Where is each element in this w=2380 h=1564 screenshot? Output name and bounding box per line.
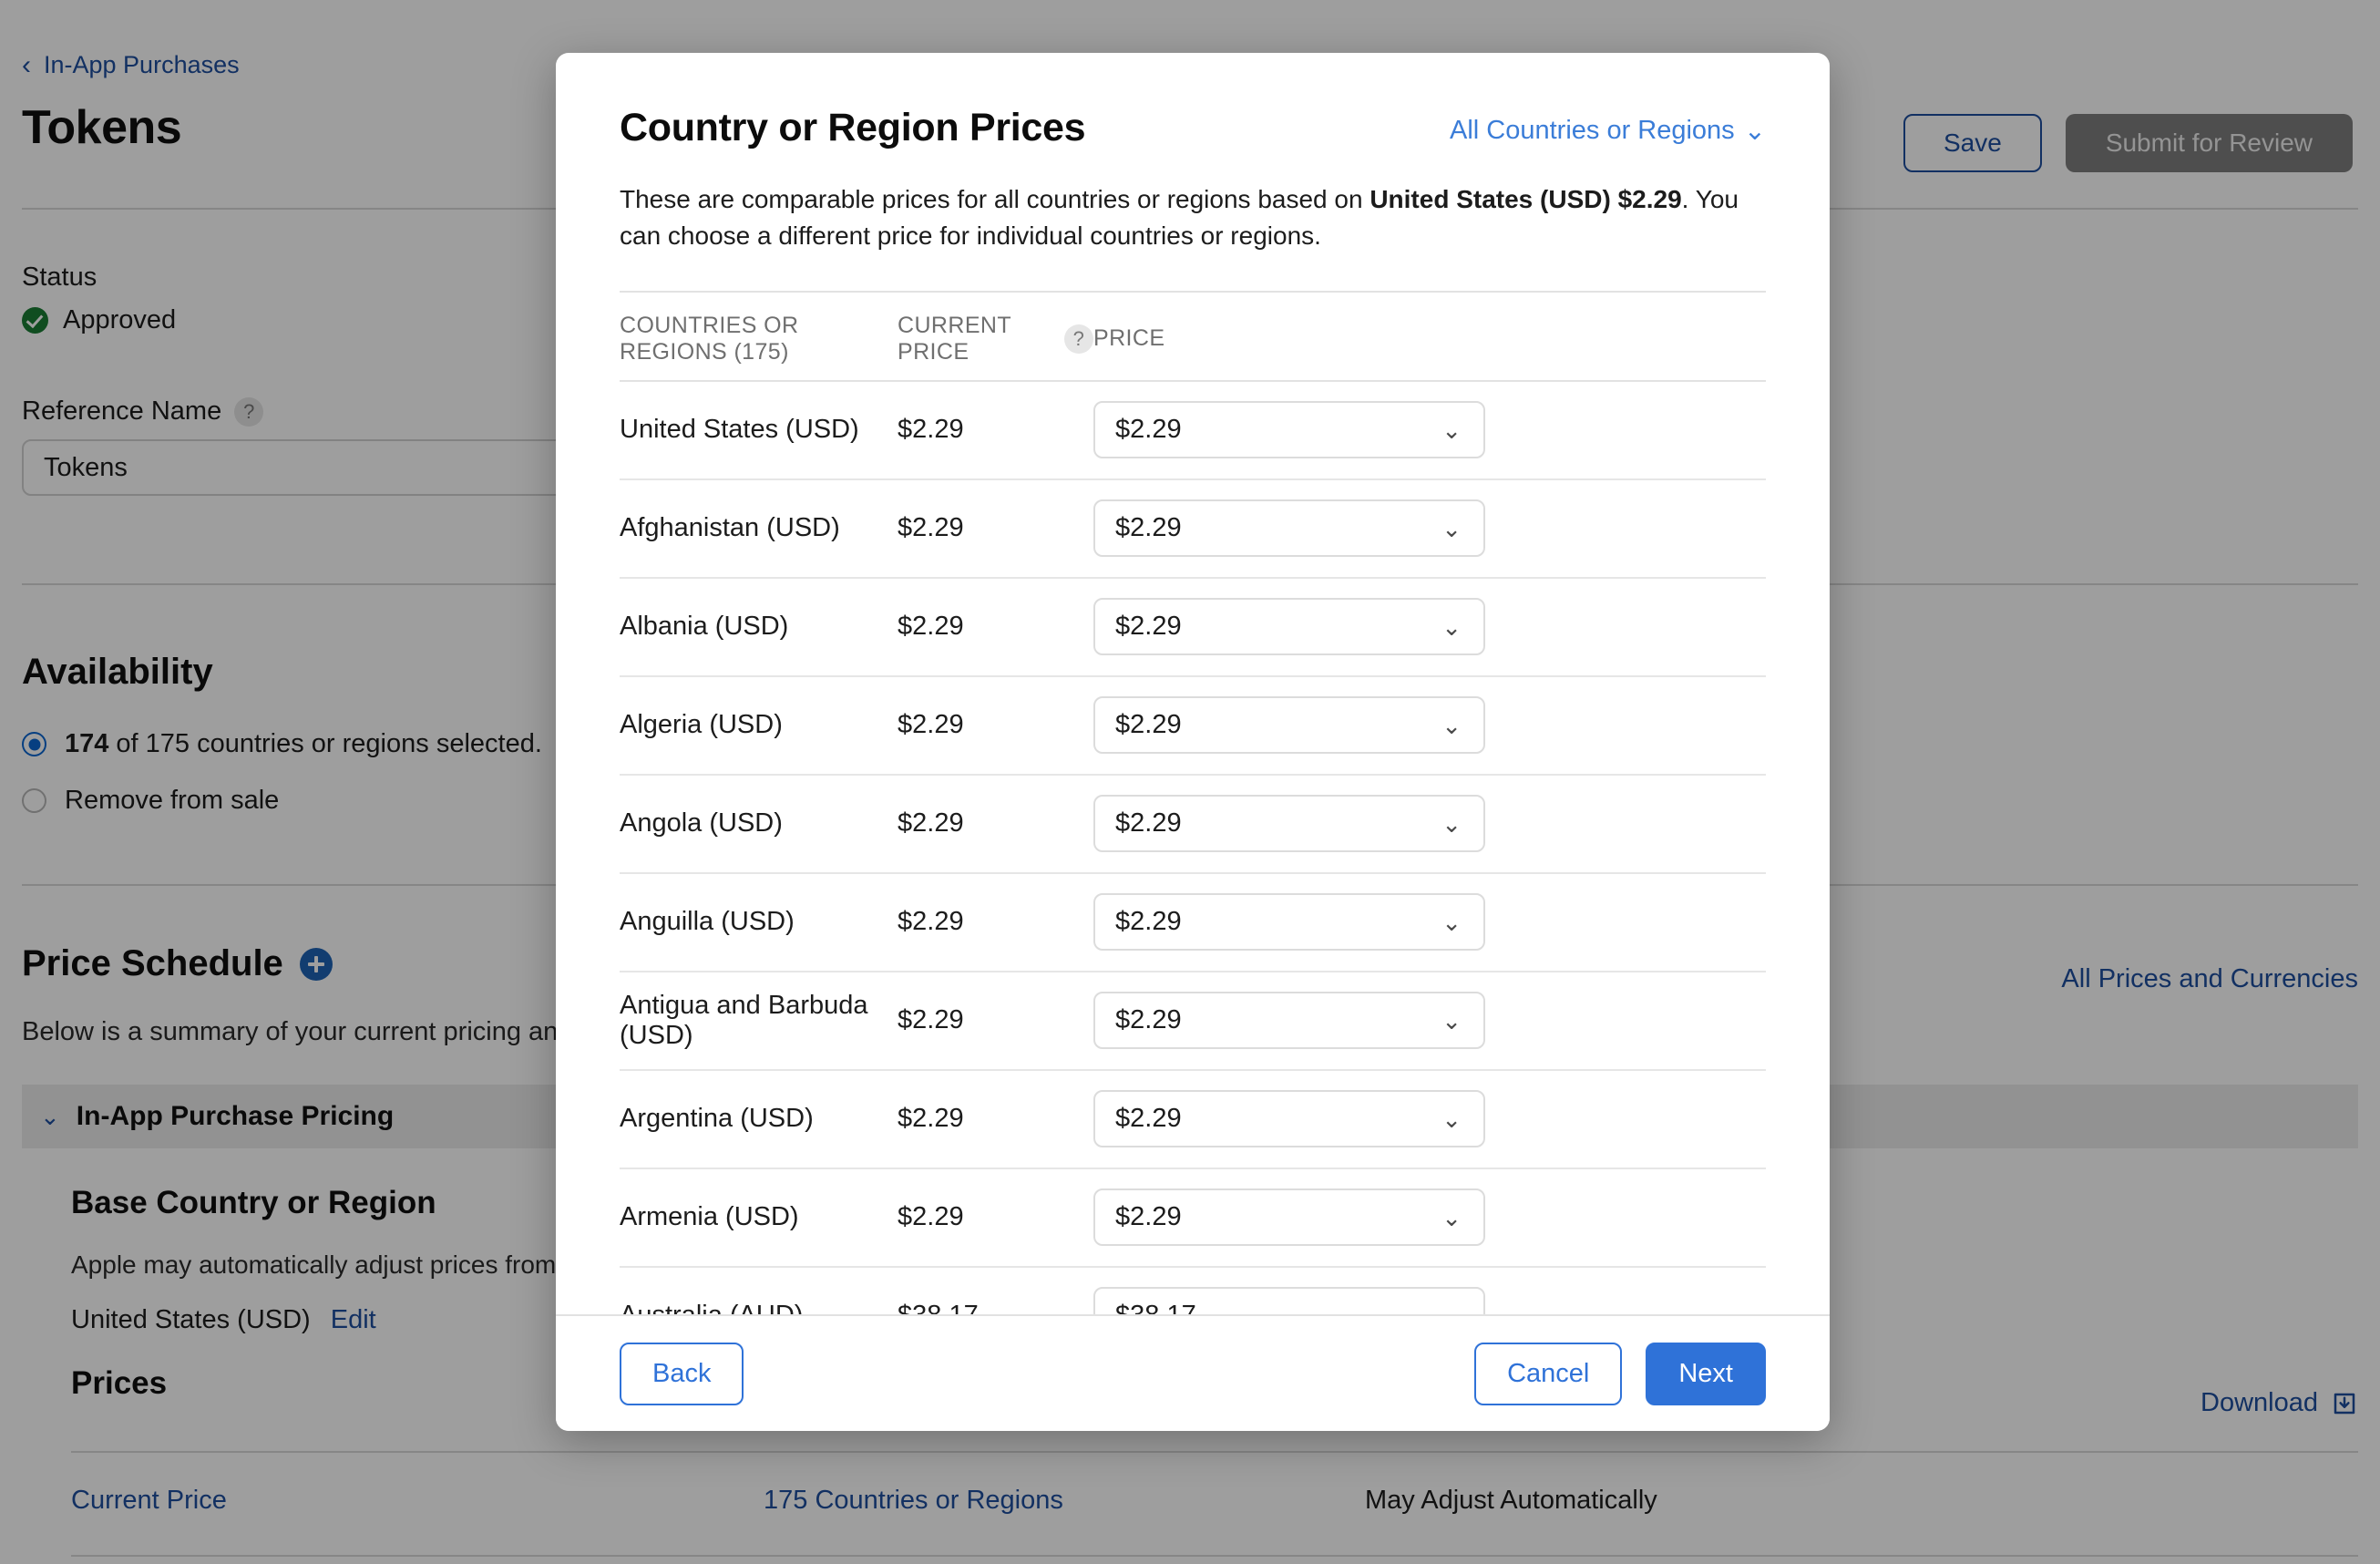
table-row: Afghanistan (USD)$2.29$2.29⌄ xyxy=(620,478,1766,577)
chevron-down-icon: ⌄ xyxy=(1441,615,1462,639)
row-current-price: $2.29 xyxy=(898,415,1093,445)
price-select-value: $2.29 xyxy=(1115,612,1182,642)
all-countries-or-regions-dropdown[interactable]: All Countries or Regions ⌄ xyxy=(1450,106,1766,147)
column-header-country: COUNTRIES OR REGIONS (175) xyxy=(620,313,898,365)
table-row: United States (USD)$2.29$2.29⌄ xyxy=(620,380,1766,478)
price-select[interactable]: $38.17 ⌄ xyxy=(1093,1287,1485,1314)
price-select[interactable]: $2.29 ⌄ xyxy=(1093,696,1485,754)
row-country-name: Australia (AUD) xyxy=(620,1301,898,1314)
chevron-down-icon: ⌄ xyxy=(1441,517,1462,540)
country-or-region-prices-dialog: Country or Region Prices All Countries o… xyxy=(556,53,1830,1431)
row-current-price: $2.29 xyxy=(898,513,1093,543)
row-price-cell: $2.29 ⌄ xyxy=(1093,499,1766,557)
dialog-footer: Back Cancel Next xyxy=(556,1314,1830,1431)
price-select-value: $2.29 xyxy=(1115,710,1182,740)
table-row: Armenia (USD)$2.29$2.29⌄ xyxy=(620,1168,1766,1266)
description-part-1: These are comparable prices for all coun… xyxy=(620,185,1370,213)
back-button[interactable]: Back xyxy=(620,1343,744,1405)
column-header-price: PRICE xyxy=(1093,325,1766,352)
table-row: Australia (AUD)$38.17$38.17⌄ xyxy=(620,1266,1766,1315)
dialog-title: Country or Region Prices xyxy=(620,106,1085,150)
price-select[interactable]: $2.29 ⌄ xyxy=(1093,1188,1485,1246)
price-select[interactable]: $2.29 ⌄ xyxy=(1093,992,1485,1049)
table-row: Argentina (USD)$2.29$2.29⌄ xyxy=(620,1069,1766,1168)
row-current-price: $2.29 xyxy=(898,808,1093,839)
price-select[interactable]: $2.29 ⌄ xyxy=(1093,893,1485,951)
price-select-value: $2.29 xyxy=(1115,1005,1182,1035)
chevron-down-icon: ⌄ xyxy=(1441,418,1462,442)
price-select-value: $2.29 xyxy=(1115,415,1182,445)
dialog-description: These are comparable prices for all coun… xyxy=(620,181,1766,254)
row-price-cell: $2.29 ⌄ xyxy=(1093,795,1766,852)
table-row: Algeria (USD)$2.29$2.29⌄ xyxy=(620,675,1766,774)
row-price-cell: $2.29 ⌄ xyxy=(1093,992,1766,1049)
row-price-cell: $38.17 ⌄ xyxy=(1093,1287,1766,1314)
current-price-label: CURRENT PRICE xyxy=(898,313,1050,365)
row-country-name: Antigua and Barbuda (USD) xyxy=(620,991,898,1051)
row-current-price: $2.29 xyxy=(898,612,1093,642)
column-header-current-price: CURRENT PRICE ? xyxy=(898,313,1093,365)
table-row: Albania (USD)$2.29$2.29⌄ xyxy=(620,577,1766,675)
help-icon[interactable]: ? xyxy=(1064,324,1093,354)
chevron-down-icon: ⌄ xyxy=(1441,1206,1462,1230)
chevron-down-icon: ⌄ xyxy=(1441,1107,1462,1131)
price-select[interactable]: $2.29 ⌄ xyxy=(1093,499,1485,557)
row-country-name: Argentina (USD) xyxy=(620,1104,898,1134)
price-select-value: $2.29 xyxy=(1115,808,1182,839)
row-current-price: $2.29 xyxy=(898,1104,1093,1134)
row-price-cell: $2.29 ⌄ xyxy=(1093,893,1766,951)
row-current-price: $2.29 xyxy=(898,710,1093,740)
row-current-price: $2.29 xyxy=(898,907,1093,937)
price-select-value: $2.29 xyxy=(1115,513,1182,543)
dialog-body: Country or Region Prices All Countries o… xyxy=(556,53,1830,1314)
price-select[interactable]: $2.29 ⌄ xyxy=(1093,401,1485,458)
description-base-price: United States (USD) $2.29 xyxy=(1370,185,1681,213)
chevron-down-icon: ⌄ xyxy=(1744,115,1766,147)
chevron-down-icon: ⌄ xyxy=(1441,714,1462,737)
row-country-name: Anguilla (USD) xyxy=(620,907,898,937)
row-country-name: Albania (USD) xyxy=(620,612,898,642)
price-select[interactable]: $2.29 ⌄ xyxy=(1093,1090,1485,1147)
row-current-price: $2.29 xyxy=(898,1005,1093,1035)
chevron-down-icon: ⌄ xyxy=(1441,911,1462,934)
prices-table[interactable]: United States (USD)$2.29$2.29⌄Afghanista… xyxy=(620,380,1766,1315)
cancel-button[interactable]: Cancel xyxy=(1474,1343,1622,1405)
table-header: COUNTRIES OR REGIONS (175) CURRENT PRICE… xyxy=(620,291,1766,380)
footer-right-actions: Cancel Next xyxy=(1474,1343,1766,1405)
row-country-name: Armenia (USD) xyxy=(620,1202,898,1232)
dialog-header: Country or Region Prices All Countries o… xyxy=(620,106,1766,150)
row-current-price: $38.17 xyxy=(898,1301,1093,1314)
chevron-down-icon: ⌄ xyxy=(1441,1009,1462,1033)
next-button[interactable]: Next xyxy=(1646,1343,1766,1405)
row-price-cell: $2.29 ⌄ xyxy=(1093,401,1766,458)
table-row: Angola (USD)$2.29$2.29⌄ xyxy=(620,774,1766,872)
price-select[interactable]: $2.29 ⌄ xyxy=(1093,795,1485,852)
chevron-down-icon: ⌄ xyxy=(1441,812,1462,836)
price-select-value: $2.29 xyxy=(1115,907,1182,937)
row-country-name: Afghanistan (USD) xyxy=(620,513,898,543)
table-row: Antigua and Barbuda (USD)$2.29$2.29⌄ xyxy=(620,971,1766,1069)
row-price-cell: $2.29 ⌄ xyxy=(1093,1188,1766,1246)
row-country-name: Angola (USD) xyxy=(620,808,898,839)
all-countries-or-regions-label: All Countries or Regions xyxy=(1450,116,1735,146)
chevron-down-icon: ⌄ xyxy=(1441,1304,1462,1315)
price-select-value: $2.29 xyxy=(1115,1202,1182,1232)
price-select-value: $38.17 xyxy=(1115,1301,1196,1314)
row-country-name: Algeria (USD) xyxy=(620,710,898,740)
table-row: Anguilla (USD)$2.29$2.29⌄ xyxy=(620,872,1766,971)
row-price-cell: $2.29 ⌄ xyxy=(1093,696,1766,754)
price-select[interactable]: $2.29 ⌄ xyxy=(1093,598,1485,655)
row-country-name: United States (USD) xyxy=(620,415,898,445)
row-price-cell: $2.29 ⌄ xyxy=(1093,598,1766,655)
row-price-cell: $2.29 ⌄ xyxy=(1093,1090,1766,1147)
row-current-price: $2.29 xyxy=(898,1202,1093,1232)
price-select-value: $2.29 xyxy=(1115,1104,1182,1134)
